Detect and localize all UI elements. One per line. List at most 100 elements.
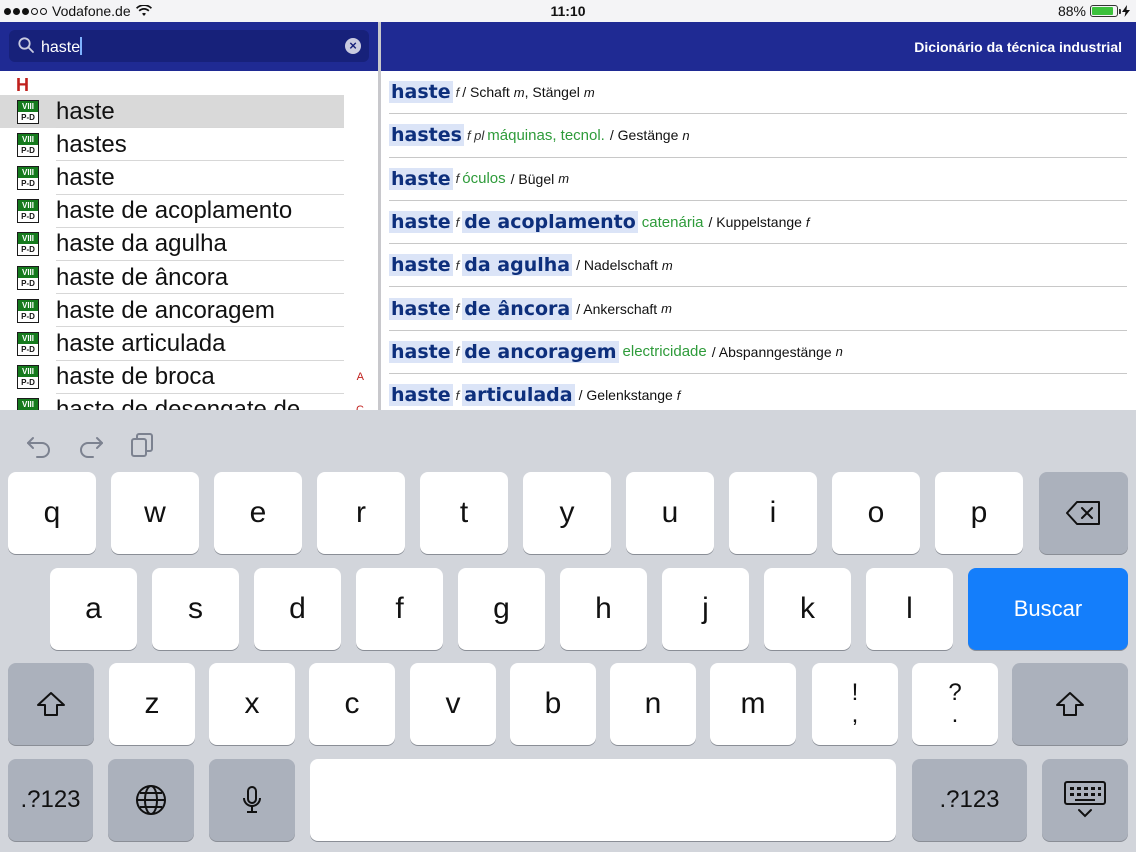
- entry-row[interactable]: haste f / Schaft m, Stängel m: [389, 71, 1127, 115]
- key-v[interactable]: v: [410, 663, 496, 745]
- entry-translation: / Ankerschaft: [576, 300, 658, 317]
- entry-grammar: f: [455, 214, 460, 230]
- key-question-period[interactable]: ?.: [912, 663, 998, 745]
- dictionary-icon-top: VIII: [18, 166, 38, 178]
- key-r[interactable]: r: [317, 472, 405, 554]
- key-n[interactable]: n: [610, 663, 696, 745]
- entry-headword[interactable]: haste: [389, 254, 453, 277]
- dictionary-icon-top: VIII: [18, 100, 38, 112]
- shift-icon: [37, 692, 65, 716]
- entry-headword-continuation[interactable]: de âncora: [462, 297, 573, 320]
- key-x[interactable]: x: [209, 663, 295, 745]
- list-item-label: haste de desengate de: [56, 396, 301, 410]
- translation-gender: n: [835, 344, 843, 360]
- key-c[interactable]: c: [309, 663, 395, 745]
- key-d[interactable]: d: [254, 568, 341, 650]
- numbers-key-right[interactable]: .?123: [912, 759, 1027, 841]
- numbers-key-left[interactable]: .?123: [8, 759, 93, 841]
- clear-search-icon[interactable]: ×: [345, 38, 361, 54]
- key-p[interactable]: p: [935, 472, 1023, 554]
- entry-row[interactable]: haste f de âncora / Ankerschaft m: [389, 287, 1127, 331]
- entry-grammar: f: [455, 387, 460, 403]
- list-item[interactable]: VIII P-D haste de âncora: [0, 261, 378, 295]
- shift-key-right[interactable]: [1012, 663, 1128, 745]
- dictionary-pd-icon: VIIIP-D: [17, 265, 39, 290]
- globe-key[interactable]: [108, 759, 194, 841]
- key-m[interactable]: m: [710, 663, 796, 745]
- dictionary-icon-bottom: P-D: [21, 178, 35, 188]
- list-item[interactable]: VIII P-D haste de acoplamento: [0, 195, 378, 228]
- key-b[interactable]: b: [510, 663, 596, 745]
- entry-headword-continuation[interactable]: da agulha: [462, 254, 573, 277]
- list-item[interactable]: VIII P-D haste: [0, 161, 378, 195]
- entry-row[interactable]: haste f articulada / Gelenkstange f: [389, 374, 1127, 410]
- search-input[interactable]: haste ×: [9, 30, 369, 62]
- shift-icon: [1056, 692, 1084, 716]
- entry-headword[interactable]: haste: [389, 167, 453, 190]
- key-q[interactable]: q: [8, 472, 96, 554]
- entry-headword-continuation[interactable]: de ancoragem: [462, 340, 619, 363]
- entry-headword[interactable]: haste: [389, 81, 453, 104]
- undo-icon[interactable]: [25, 432, 53, 458]
- entry-headword[interactable]: haste: [389, 340, 453, 363]
- key-g[interactable]: g: [458, 568, 545, 650]
- key-w[interactable]: w: [111, 472, 199, 554]
- key-l[interactable]: l: [866, 568, 953, 650]
- key-t[interactable]: t: [420, 472, 508, 554]
- entry-headword[interactable]: haste: [389, 211, 453, 234]
- space-key[interactable]: [310, 759, 896, 841]
- redo-icon[interactable]: [77, 432, 105, 458]
- list-item[interactable]: VIII P-D haste de ancoragem: [0, 294, 378, 328]
- list-item[interactable]: VIII P-D haste articulada: [0, 327, 378, 361]
- entry-headword[interactable]: haste: [389, 384, 453, 407]
- key-a[interactable]: a: [50, 568, 137, 650]
- search-bar: haste ×: [0, 22, 378, 71]
- section-index-letter[interactable]: A: [357, 371, 364, 383]
- search-key[interactable]: Buscar: [968, 568, 1128, 650]
- key-j[interactable]: j: [662, 568, 749, 650]
- delete-key[interactable]: [1039, 472, 1128, 554]
- key-e[interactable]: e: [214, 472, 302, 554]
- entry-list: haste f / Schaft m, Stängel m hastes f pl máqui…: [389, 71, 1127, 410]
- list-item-background: [0, 95, 344, 128]
- dictionary-pd-icon: VIIIP-D: [17, 331, 39, 356]
- dictation-key[interactable]: [209, 759, 295, 841]
- key-f[interactable]: f: [356, 568, 443, 650]
- search-icon: [18, 37, 34, 53]
- key-exclamation-comma[interactable]: !,: [812, 663, 898, 745]
- key-k[interactable]: k: [764, 568, 851, 650]
- dictionary-icon-bottom: P-D: [21, 344, 35, 354]
- entry-translation-alt: , Stängel: [524, 84, 580, 101]
- key-y[interactable]: y: [523, 472, 611, 554]
- entry-row[interactable]: haste f de acoplamento catenária / Kuppelsta…: [389, 201, 1127, 245]
- entry-headword[interactable]: hastes: [389, 124, 464, 147]
- translation-gender: m: [558, 171, 570, 187]
- dictionary-pd-icon: VIIIP-D: [17, 398, 39, 410]
- list-item[interactable]: VIII P-D haste: [0, 95, 378, 129]
- shift-key-left[interactable]: [8, 663, 94, 745]
- key-u[interactable]: u: [626, 472, 714, 554]
- list-item[interactable]: VIII P-D hastes: [0, 128, 378, 162]
- paste-icon[interactable]: [128, 432, 156, 458]
- battery-fill: [1092, 7, 1114, 15]
- list-item[interactable]: VIII P-D haste da agulha: [0, 228, 378, 261]
- dictionary-icon-bottom: P-D: [21, 311, 35, 321]
- key-z[interactable]: z: [109, 663, 195, 745]
- entry-row[interactable]: hastes f pl máquinas, tecnol. / Gestänge n: [389, 114, 1127, 158]
- key-o[interactable]: o: [832, 472, 920, 554]
- entry-row[interactable]: haste f de ancoragem electricidade / Abspann…: [389, 331, 1127, 375]
- key-i[interactable]: i: [729, 472, 817, 554]
- key-h[interactable]: h: [560, 568, 647, 650]
- entry-row[interactable]: haste f da agulha / Nadelschaft m: [389, 244, 1127, 288]
- list-item[interactable]: VIII P-D haste de broca A: [0, 361, 378, 394]
- key-s[interactable]: s: [152, 568, 239, 650]
- list-item[interactable]: VIIIP-Dhaste de desengate deC: [0, 394, 378, 410]
- entry-row[interactable]: haste f óculos / Bügel m: [389, 158, 1127, 201]
- entry-headword-continuation[interactable]: articulada: [462, 384, 575, 407]
- entry-headword[interactable]: haste: [389, 297, 453, 320]
- search-input-text[interactable]: haste: [41, 37, 83, 57]
- list-item-background: [0, 161, 344, 194]
- entry-headword-continuation[interactable]: de acoplamento: [462, 211, 638, 234]
- hide-keyboard-key[interactable]: [1042, 759, 1128, 841]
- dictionary-icon-top: VIII: [18, 266, 38, 278]
